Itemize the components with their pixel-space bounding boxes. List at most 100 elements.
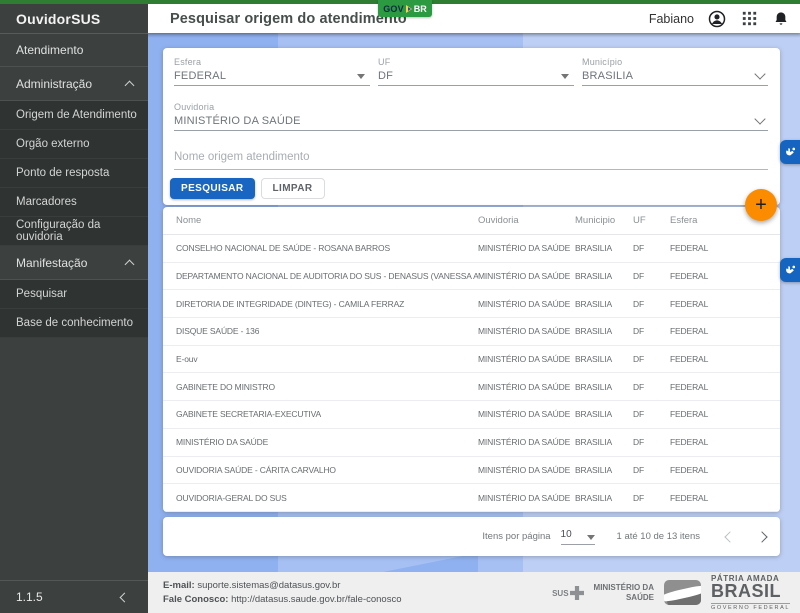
sidebar-item[interactable]: Origem de Atendimento — [0, 101, 148, 130]
sidebar-item-label: Atendimento — [16, 43, 83, 57]
cell-esfera: FEDERAL — [670, 465, 780, 475]
uf-label: UF — [378, 57, 390, 67]
pagination-range: 1 até 10 de 13 itens — [617, 531, 700, 542]
chevron-down-icon — [754, 68, 765, 79]
cell-ouvidoria: MINISTÉRIO DA SAÚDE — [478, 243, 575, 253]
cell-uf: DF — [633, 299, 670, 309]
cell-ouvidoria: MINISTÉRIO DA SAÚDE — [478, 382, 575, 392]
sidebar-item[interactable]: Orgão externo — [0, 130, 148, 159]
nome-origem-field — [174, 144, 768, 170]
sidebar-item-label: Configuração da ouvidoria — [16, 219, 148, 243]
cell-uf: DF — [633, 465, 670, 475]
uf-select[interactable]: UF DF — [378, 57, 574, 86]
cell-uf: DF — [633, 493, 670, 503]
govbr-logo: GOV BR — [378, 0, 432, 17]
sus-logo-text: SUS — [552, 589, 568, 598]
cell-nome: OUVIDORIA SAÚDE - CÁRITA CARVALHO — [163, 465, 478, 475]
form-buttons: PESQUISAR LIMPAR — [170, 178, 325, 199]
cell-nome: GABINETE DO MINISTRO — [163, 382, 478, 392]
limpar-button[interactable]: LIMPAR — [261, 178, 325, 199]
table-row[interactable]: OUVIDORIA-GERAL DO SUS MINISTÉRIO DA SAÚ… — [163, 484, 780, 512]
esfera-value: FEDERAL — [174, 70, 226, 82]
account-icon[interactable] — [708, 10, 726, 28]
municipio-value: BRASILIA — [582, 70, 633, 82]
column-header-ouvidoria: Ouvidoria — [478, 215, 575, 226]
table-row[interactable]: MINISTÉRIO DA SAÚDE MINISTÉRIO DA SAÚDE … — [163, 429, 780, 457]
results-table-card: Nome Ouvidoria Municipio UF Esfera CONSE… — [163, 207, 780, 512]
table-row[interactable]: DISQUE SAÚDE - 136 MINISTÉRIO DA SAÚDE B… — [163, 318, 780, 346]
previous-page-icon[interactable] — [724, 531, 735, 542]
sidebar-item[interactable]: Marcadores — [0, 188, 148, 217]
vlibras-accessibility-icon[interactable] — [780, 258, 800, 282]
footer: E-mail: suporte.sistemas@datasus.gov.br … — [148, 572, 800, 613]
municipio-select[interactable]: Município BRASILIA — [582, 57, 768, 86]
cell-esfera: FEDERAL — [670, 299, 780, 309]
cell-ouvidoria: MINISTÉRIO DA SAÚDE — [478, 326, 575, 336]
brazil-flag-icon — [664, 580, 701, 605]
add-button[interactable]: + — [745, 189, 777, 221]
sidebar-item[interactable]: Pesquisar — [0, 280, 148, 309]
cell-ouvidoria: MINISTÉRIO DA SAÚDE — [478, 299, 575, 309]
cell-municipio: BRASILIA — [575, 465, 633, 475]
next-page-icon[interactable] — [756, 531, 767, 542]
email-value: suporte.sistemas@datasus.gov.br — [197, 580, 340, 591]
cell-nome: OUVIDORIA-GERAL DO SUS — [163, 493, 478, 503]
cell-municipio: BRASILIA — [575, 243, 633, 253]
ouvidoria-select[interactable]: Ouvidoria MINISTÉRIO DA SAÚDE — [174, 102, 768, 131]
sidebar-item-label: Orgão externo — [16, 138, 90, 150]
table-row[interactable]: DEPARTAMENTO NACIONAL DE AUDITORIA DO SU… — [163, 263, 780, 291]
cell-uf: DF — [633, 354, 670, 364]
sus-cross-icon — [570, 586, 584, 600]
items-per-page-select[interactable]: 10 — [561, 529, 595, 545]
main-area: Pesquisar origem do atendimento Fabiano — [148, 4, 800, 613]
items-per-page-label: Itens por página — [482, 531, 550, 542]
footer-logos: SUS MINISTÉRIO DA SAÚDE PÁTRIA AMADA BRA… — [552, 574, 800, 610]
cell-uf: DF — [633, 326, 670, 336]
table-row[interactable]: CONSELHO NACIONAL DE SAÚDE - ROSANA BARR… — [163, 235, 780, 263]
sidebar-item[interactable]: Base de conhecimento — [0, 309, 148, 338]
notifications-bell-icon[interactable] — [772, 10, 790, 28]
esfera-select[interactable]: Esfera FEDERAL — [174, 57, 370, 86]
municipio-label: Município — [582, 57, 622, 67]
pagination-card: Itens por página 10 1 até 10 de 13 itens — [163, 517, 780, 556]
ministry-line2: SAÚDE — [594, 593, 654, 603]
user-name: Fabiano — [649, 12, 694, 26]
sidebar-item[interactable]: Ponto de resposta — [0, 159, 148, 188]
brand-brasil: BRASIL — [711, 583, 790, 600]
fale-conosco-value[interactable]: http://datasus.saude.gov.br/fale-conosco — [231, 594, 401, 605]
topbar: Pesquisar origem do atendimento Fabiano — [148, 4, 800, 33]
cell-nome: DEPARTAMENTO NACIONAL DE AUDITORIA DO SU… — [163, 271, 478, 281]
ouvidoria-label: Ouvidoria — [174, 102, 214, 112]
apps-grid-icon[interactable] — [740, 10, 758, 28]
govbr-logo-br: BR — [414, 4, 427, 14]
fale-conosco-label: Fale Conosco: — [163, 594, 228, 605]
vlibras-accessibility-icon[interactable] — [780, 140, 800, 164]
cell-esfera: FEDERAL — [670, 493, 780, 503]
nome-origem-input[interactable] — [174, 144, 768, 169]
app-title: OuvidorSUS — [0, 4, 148, 34]
cell-nome: DISQUE SAÚDE - 136 — [163, 326, 478, 336]
cell-municipio: BRASILIA — [575, 409, 633, 419]
table-row[interactable]: E-ouv MINISTÉRIO DA SAÚDE BRASILIA DF FE… — [163, 346, 780, 374]
app-root: GOV BR OuvidorSUS Atendimento Administra… — [0, 0, 800, 613]
collapse-sidebar-icon[interactable] — [120, 592, 130, 602]
table-row[interactable]: GABINETE DO MINISTRO MINISTÉRIO DA SAÚDE… — [163, 373, 780, 401]
cell-ouvidoria: MINISTÉRIO DA SAÚDE — [478, 437, 575, 447]
sidebar-item[interactable]: Administração — [0, 67, 148, 101]
table-row[interactable]: OUVIDORIA SAÚDE - CÁRITA CARVALHO MINIST… — [163, 457, 780, 485]
cell-ouvidoria: MINISTÉRIO DA SAÚDE — [478, 465, 575, 475]
ouvidoria-value: MINISTÉRIO DA SAÚDE — [174, 115, 301, 127]
chevron-up-icon — [125, 81, 135, 91]
sus-logo: SUS — [552, 586, 583, 600]
table-row[interactable]: GABINETE SECRETARIA-EXECUTIVA MINISTÉRIO… — [163, 401, 780, 429]
table-row[interactable]: DIRETORIA DE INTEGRIDADE (DINTEG) - CAMI… — [163, 290, 780, 318]
dropdown-arrow-icon — [587, 535, 595, 540]
uf-value: DF — [378, 70, 393, 82]
sidebar-item[interactable]: Manifestação — [0, 246, 148, 280]
ministry-logo-text: MINISTÉRIO DA SAÚDE — [594, 583, 654, 602]
sidebar-item[interactable]: Configuração da ouvidoria — [0, 217, 148, 246]
table-body: CONSELHO NACIONAL DE SAÚDE - ROSANA BARR… — [163, 235, 780, 512]
govbr-arrow-icon — [406, 5, 412, 13]
sidebar-item[interactable]: Atendimento — [0, 34, 148, 67]
pesquisar-button[interactable]: PESQUISAR — [170, 178, 255, 199]
